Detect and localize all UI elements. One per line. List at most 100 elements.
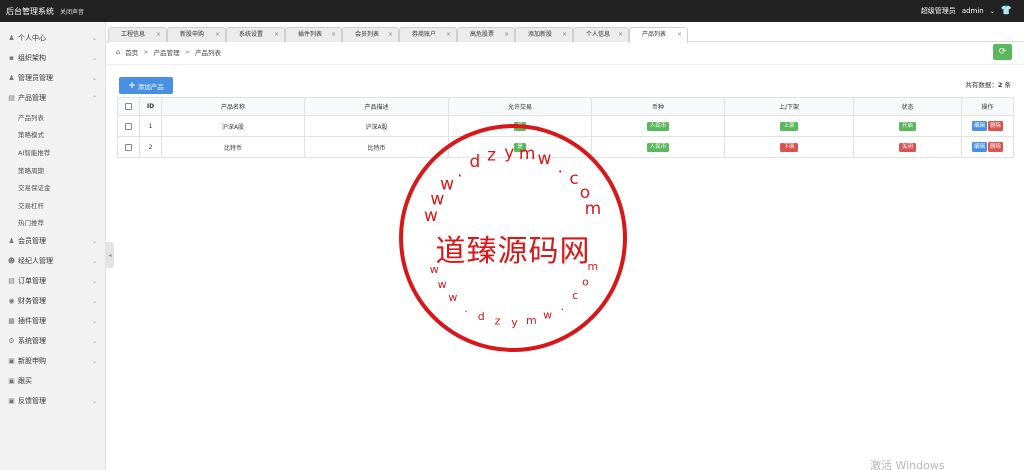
edit-button[interactable]: 编辑	[971, 121, 987, 131]
row-checkbox[interactable]	[117, 136, 140, 158]
delete-button[interactable]: 删除	[988, 142, 1004, 152]
sidebar-item-label: 新股申购	[18, 357, 46, 366]
sidebar-subitem-ai-recommend[interactable]: AI智能推荐	[0, 143, 105, 161]
tab-label: 券商账户	[412, 31, 437, 38]
sidebar-collapse-handle[interactable]: ◂	[106, 242, 114, 268]
total-count: 共有数据：2 条	[965, 79, 1011, 89]
sidebar-item-product[interactable]: ▤ 产品管理 ⌃	[0, 88, 105, 108]
chevron-down-icon[interactable]: ⌄	[990, 8, 995, 15]
tab-broker-account[interactable]: 券商账户 ×	[399, 27, 457, 42]
watermark-ring-letter: o	[582, 275, 589, 288]
sidebar-item-label: 订单管理	[18, 277, 46, 286]
watermark-ring-letter: w	[448, 291, 457, 304]
row-checkbox[interactable]	[117, 115, 140, 137]
watermark-ring-letter: w	[438, 278, 447, 291]
finance-icon: ◉	[8, 297, 15, 306]
breadcrumb-separator: >	[143, 48, 149, 56]
tab-label: 添加新股	[528, 31, 553, 38]
watermark-ring-letter: z	[495, 315, 501, 328]
close-icon[interactable]: ×	[156, 28, 161, 41]
sidebar-item-admin[interactable]: ♟ 管理员管理 ⌄	[0, 68, 105, 88]
cell-trade: 是	[448, 115, 592, 137]
plugin-icon: ▦	[8, 317, 15, 326]
column-header-id[interactable]: ID	[139, 97, 162, 116]
close-icon[interactable]: ×	[618, 28, 623, 41]
tab-add-stock[interactable]: 添加新股 ×	[515, 27, 573, 42]
column-header-actions: 操作	[961, 97, 1014, 116]
cell-trade: 是	[448, 136, 592, 158]
edit-button[interactable]: 编辑	[971, 142, 987, 152]
close-icon[interactable]: ×	[504, 28, 509, 41]
mute-sound-link[interactable]: 关闭声音	[60, 7, 84, 16]
shelf-badge[interactable]: 上架	[780, 121, 798, 131]
close-icon[interactable]: ×	[677, 28, 682, 41]
sidebar-item-label: 反馈管理	[18, 397, 46, 406]
breadcrumb-home[interactable]: 首页	[125, 47, 138, 57]
tshirt-icon[interactable]: 👕	[1001, 6, 1012, 16]
sidebar-subitem-product-list[interactable]: 产品列表	[0, 108, 105, 126]
trade-badge[interactable]: 是	[514, 142, 526, 152]
sidebar-item-label: 财务管理	[18, 297, 46, 306]
tab-project-info[interactable]: 工程信息 ×	[108, 27, 167, 42]
cell-status: 开启	[853, 115, 962, 137]
sidebar-item-label: 系统管理	[18, 337, 46, 346]
tab-bar: 工程信息 × 新股申购 × 系统设置 × 插件列表 × 会员列表 × 券商账户 × 高危股票…	[106, 26, 1024, 43]
sidebar-item-personal-center[interactable]: ♟ 个人中心 ⌄	[0, 28, 105, 48]
close-icon[interactable]: ×	[331, 28, 336, 41]
sidebar-item-label: 组织架构	[18, 54, 46, 62]
sidebar-item-feedback[interactable]: ▣ 反馈管理 ⌄	[0, 391, 105, 411]
watermark-ring-letter: m	[585, 199, 602, 219]
watermark-stamp	[399, 124, 627, 352]
status-badge[interactable]: 关闭	[898, 142, 916, 152]
close-icon[interactable]: ×	[562, 28, 567, 41]
sidebar-item-order[interactable]: ▤ 订单管理 ⌄	[0, 271, 105, 291]
trade-badge[interactable]: 是	[514, 121, 526, 131]
table-row: 1 沪深A股 沪深A股 是 人民币 上架 开启 编辑 删除	[117, 115, 1014, 137]
sitemap-icon: ▪	[9, 54, 14, 62]
chevron-down-icon: ⌄	[91, 74, 97, 82]
close-icon[interactable]: ×	[388, 28, 393, 41]
status-badge[interactable]: 开启	[898, 121, 916, 131]
home-icon[interactable]: ⌂	[116, 48, 120, 56]
tab-high-risk-stocks[interactable]: 高危股票 ×	[457, 27, 515, 42]
tab-system-settings[interactable]: 系统设置 ×	[226, 27, 285, 42]
sidebar-subitem-trade-leverage[interactable]: 交易杠杆	[0, 196, 105, 214]
sidebar-subitem-trade-margin[interactable]: 交易保证金	[0, 178, 105, 196]
chevron-down-icon: ⌄	[91, 337, 97, 345]
sidebar-item-plugin[interactable]: ▦ 插件管理 ⌄	[0, 311, 105, 331]
cell-shelf: 下架	[724, 136, 854, 158]
sidebar-item-organization[interactable]: ▪ 组织架构 ⌄	[0, 48, 105, 68]
sidebar-item-label: 跟买	[18, 377, 32, 386]
sidebar-item-member[interactable]: ♟ 会员管理 ⌄	[0, 231, 105, 251]
select-all-checkbox[interactable]	[117, 97, 140, 116]
sidebar-subitem-hot-recommend[interactable]: 热门推荐	[0, 214, 105, 232]
user-menu[interactable]: 超级管理员 admin ⌄ 👕	[921, 6, 1024, 16]
tab-ipo[interactable]: 新股申购 ×	[167, 27, 226, 42]
close-icon[interactable]: ×	[215, 28, 220, 41]
refresh-button[interactable]: ⟳	[993, 44, 1012, 60]
tab-personal-info[interactable]: 个人信息 ×	[573, 27, 629, 42]
sidebar-item-broker[interactable]: ☻ 经纪人管理 ⌄	[0, 251, 105, 271]
username[interactable]: admin	[962, 7, 984, 15]
sidebar-item-follow[interactable]: ▣ 跟买	[0, 371, 105, 391]
close-icon[interactable]: ×	[274, 28, 279, 41]
tab-product-list[interactable]: 产品列表 ×	[629, 27, 688, 43]
sidebar-subitem-strategy-period[interactable]: 策略周期	[0, 161, 105, 179]
tab-plugin-list[interactable]: 插件列表 ×	[285, 27, 342, 42]
close-icon[interactable]: ×	[446, 28, 451, 41]
sidebar-item-finance[interactable]: ◉ 财务管理 ⌄	[0, 291, 105, 311]
delete-button[interactable]: 删除	[988, 121, 1004, 131]
sidebar-subitem-strategy-mode[interactable]: 策略模式	[0, 126, 105, 144]
cell-id: 1	[139, 115, 162, 137]
chevron-down-icon: ⌄	[91, 357, 97, 365]
shelf-badge[interactable]: 下架	[780, 142, 798, 152]
sidebar-item-ipo[interactable]: ▣ 新股申购 ⌄	[0, 351, 105, 371]
chevron-down-icon: ⌄	[91, 317, 97, 325]
column-header-desc: 产品描述	[304, 97, 449, 116]
watermark-center-text: 道臻源码网	[435, 234, 591, 269]
add-product-button[interactable]: + 添加产品	[119, 77, 173, 94]
table-header-row: ID 产品名称 产品描述 允许交易 币种 上/下架 状态 操作	[117, 97, 1014, 116]
sidebar-item-system[interactable]: ⚙ 系统管理 ⌄	[0, 331, 105, 351]
breadcrumb-level1[interactable]: 产品管理	[154, 47, 180, 57]
tab-member-list[interactable]: 会员列表 ×	[342, 27, 399, 42]
